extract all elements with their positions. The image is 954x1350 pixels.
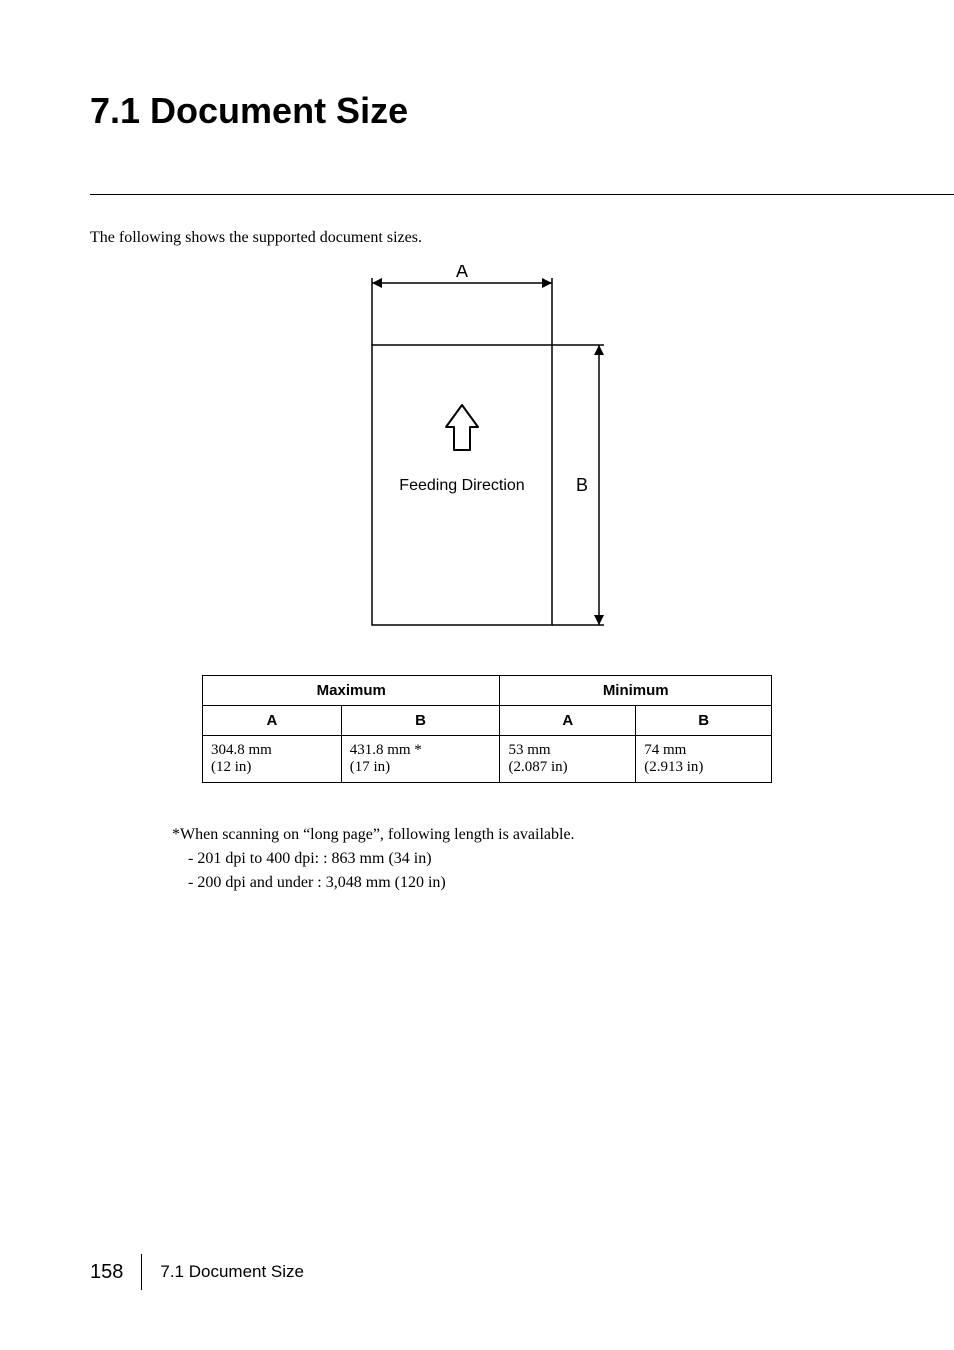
th-maximum: Maximum [203,676,500,706]
diagram-feeding-direction: Feeding Direction [399,477,524,494]
heading-underline [90,194,954,195]
footer-page-number: 158 [90,1261,141,1284]
note-lead: *When scanning on “long page”, following… [172,823,884,847]
footer-title: 7.1 Document Size [160,1262,304,1282]
document-size-diagram: A Feeding Direction B [90,265,884,645]
table-row: 304.8 mm (12 in) 431.8 mm * (17 in) 53 m… [203,736,772,783]
cell-value: (12 in) [211,759,251,775]
table-row: A B A B [203,706,772,736]
cell-min-b: 74 mm (2.913 in) [636,736,772,783]
page-heading: 7.1 Document Size [90,90,884,132]
note-line: - 200 dpi and under : 3,048 mm (120 in) [188,871,884,895]
cell-value: (17 in) [350,759,390,775]
cell-value: (2.087 in) [508,759,567,775]
th-minimum: Minimum [500,676,772,706]
cell-min-a: 53 mm (2.087 in) [500,736,636,783]
cell-value: (2.913 in) [644,759,703,775]
th-min-a: A [500,706,636,736]
diagram-label-b: B [576,475,588,495]
page-footer: 158 7.1 Document Size [90,1254,304,1290]
cell-value: 53 mm [508,742,550,758]
intro-text: The following shows the supported docume… [90,229,884,247]
footer-divider [141,1254,142,1290]
diagram-svg: A Feeding Direction B [337,265,637,645]
th-max-b: B [341,706,500,736]
note-line: - 201 dpi to 400 dpi: : 863 mm (34 in) [188,847,884,871]
th-min-b: B [636,706,772,736]
cell-value: 304.8 mm [211,742,272,758]
spec-table: Maximum Minimum A B A B 304.8 mm (12 in)… [202,675,772,783]
th-max-a: A [203,706,342,736]
notes-block: *When scanning on “long page”, following… [172,823,884,895]
cell-max-b: 431.8 mm * (17 in) [341,736,500,783]
diagram-label-a: A [456,265,468,281]
cell-value: 74 mm [644,742,686,758]
cell-max-a: 304.8 mm (12 in) [203,736,342,783]
cell-value: 431.8 mm * [350,742,422,758]
table-row: Maximum Minimum [203,676,772,706]
